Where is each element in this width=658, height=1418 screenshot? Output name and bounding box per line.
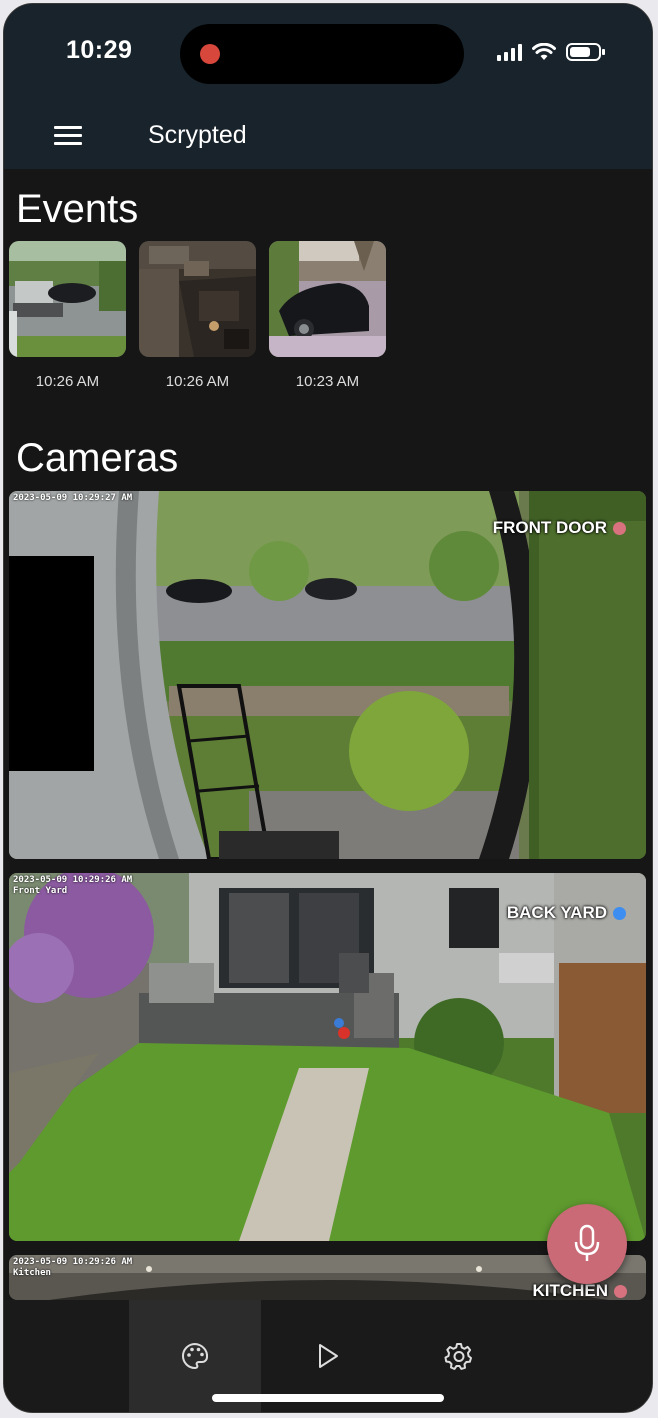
event-thumbnail-2[interactable] (139, 241, 256, 357)
status-time: 10:29 (66, 36, 133, 64)
camera-status-dot (613, 521, 626, 535)
home-indicator[interactable] (212, 1394, 444, 1402)
app-title: Scrypted (148, 121, 247, 149)
microphone-button[interactable] (547, 1204, 627, 1284)
hamburger-menu-icon[interactable] (54, 126, 82, 146)
events-heading: Events (16, 187, 139, 231)
top-app-bar: 10:29 Scrypted (4, 4, 652, 169)
cellular-signal-icon (497, 43, 522, 61)
camera-label-kitchen: KITCHEN (532, 1281, 627, 1301)
recording-indicator-icon (200, 44, 220, 64)
camera-label: FRONT DOOR (493, 518, 626, 538)
phone-screen: 10:29 Scrypted Events 10:26 AM 10:26 AM … (3, 3, 653, 1413)
dynamic-island (180, 24, 464, 84)
camera-tile-front-door[interactable]: 2023-05-09 10:29:27 AM FRONT DOOR (9, 491, 646, 859)
status-icons (497, 42, 606, 62)
camera-name: KITCHEN (532, 1281, 608, 1300)
camera-timestamp: 2023-05-09 10:29:26 AM Kitchen (13, 1257, 133, 1278)
microphone-icon (574, 1224, 600, 1261)
camera-status-dot (613, 906, 626, 920)
event-thumbnail-3[interactable] (269, 241, 386, 357)
play-icon (319, 1344, 338, 1368)
battery-icon (566, 43, 605, 61)
camera-label: BACK YARD (507, 903, 626, 923)
gear-icon (444, 1343, 472, 1370)
event-time-3: 10:23 AM (295, 373, 360, 390)
camera-tile-back-yard[interactable]: 2023-05-09 10:29:26 AM Front Yard BACK Y… (9, 873, 646, 1241)
camera-timestamp: 2023-05-09 10:29:26 AM Front Yard (13, 875, 133, 896)
palette-icon (182, 1342, 209, 1370)
event-thumbnail-1[interactable] (9, 241, 126, 357)
event-time-1: 10:26 AM (35, 373, 100, 390)
event-time-2: 10:26 AM (165, 373, 230, 390)
camera-name: BACK YARD (506, 903, 607, 922)
camera-timestamp: 2023-05-09 10:29:27 AM (13, 493, 133, 503)
camera-status-dot (614, 1284, 627, 1298)
camera-name: FRONT DOOR (492, 518, 607, 537)
cameras-heading: Cameras (16, 436, 179, 480)
wifi-icon (532, 43, 556, 60)
